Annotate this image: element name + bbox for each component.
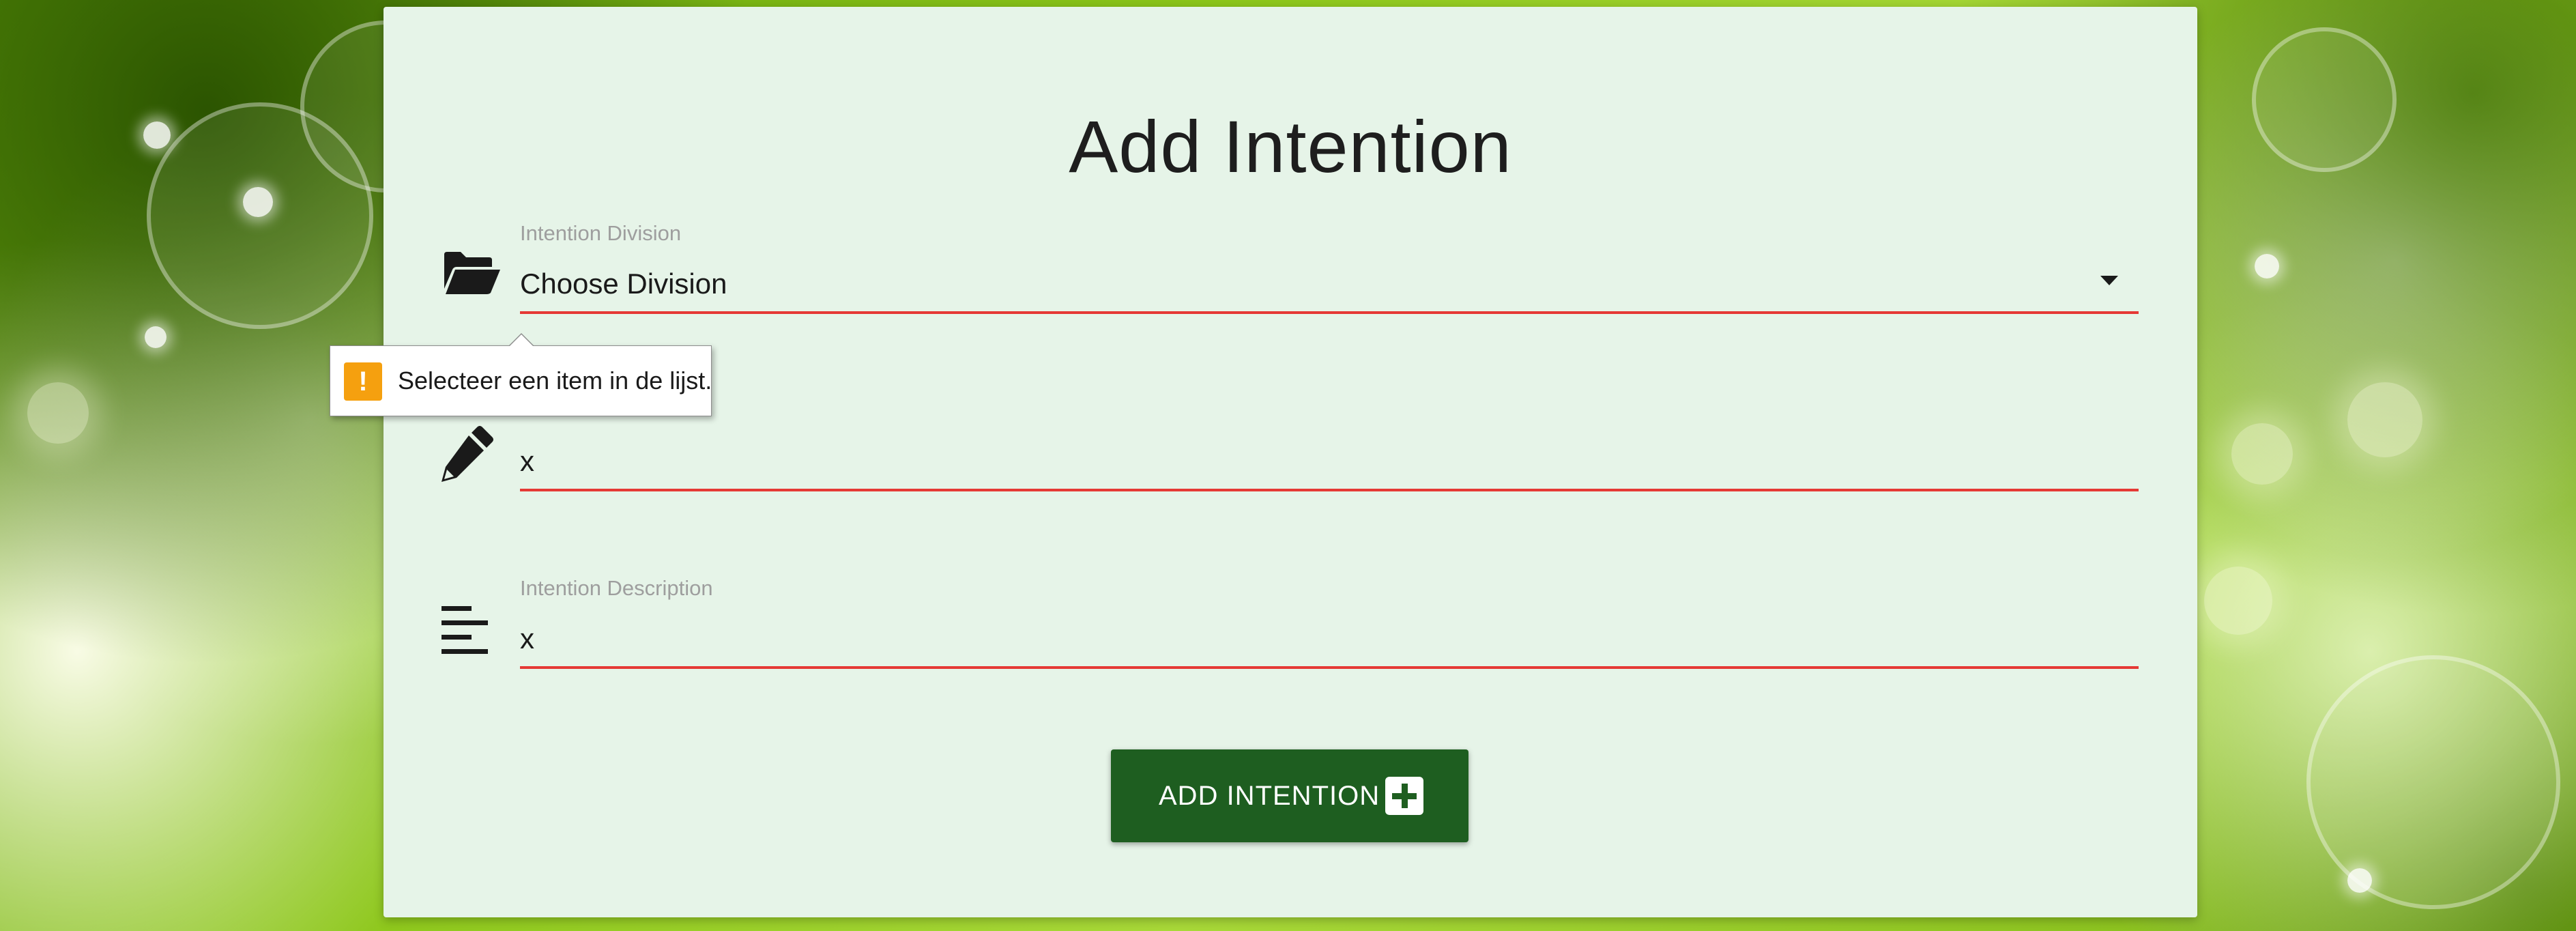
background-bokeh: [243, 187, 273, 217]
description-label: Intention Description: [520, 576, 713, 600]
background-bokeh: [2231, 423, 2293, 485]
division-selected-value: Choose Division: [520, 268, 727, 300]
add-intention-card: Add Intention Intention Division Choose …: [383, 7, 2197, 917]
intention-name-underline: [520, 489, 2139, 491]
background-bokeh: [2347, 382, 2422, 457]
intention-name-input[interactable]: x: [520, 389, 2139, 500]
background-bokeh: [27, 382, 89, 444]
division-underline: [520, 311, 2139, 314]
align-left-icon: [442, 606, 489, 659]
background-bokeh: [2252, 27, 2397, 172]
validation-tooltip: ! Selecteer een item in de lijst.: [330, 333, 712, 416]
plus-square-icon: [1385, 777, 1423, 815]
background-bokeh: [143, 121, 171, 149]
pencil-icon: [442, 425, 495, 485]
background-bokeh: [147, 102, 373, 329]
background-bokeh: [2306, 655, 2560, 909]
background-bokeh: [2347, 868, 2372, 893]
chevron-down-icon: [2100, 276, 2118, 285]
intention-name-value: x: [520, 445, 534, 477]
tooltip-arrow: [509, 334, 534, 347]
intention-description-value: x: [520, 622, 534, 655]
folder-open-icon: [442, 249, 502, 300]
division-select[interactable]: Intention Division Choose Division: [520, 212, 2139, 322]
validation-message: Selecteer een item in de lijst.: [398, 367, 712, 395]
division-label: Intention Division: [520, 221, 682, 245]
background-bokeh: [2204, 567, 2272, 635]
background-bokeh: [145, 326, 167, 348]
description-underline: [520, 666, 2139, 669]
page-title: Add Intention: [1069, 105, 1512, 188]
add-intention-button-label: ADD INTENTION: [1159, 781, 1380, 811]
add-intention-button[interactable]: ADD INTENTION: [1111, 749, 1468, 842]
background-bokeh: [2255, 254, 2279, 278]
warning-icon: !: [344, 362, 382, 401]
intention-description-input[interactable]: Intention Description x: [520, 567, 2139, 677]
